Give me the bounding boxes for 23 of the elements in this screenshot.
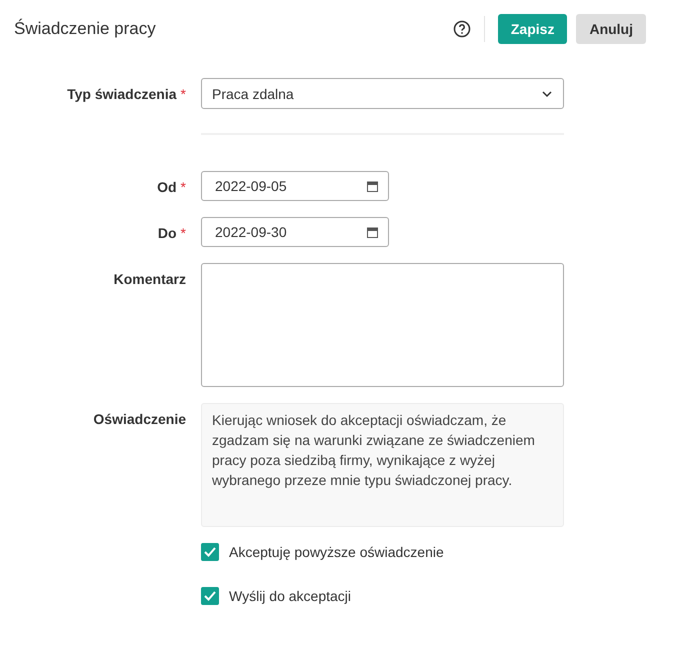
- chevron-down-icon: [541, 90, 553, 98]
- field-label: Oświadczenie: [93, 411, 186, 427]
- field-label: Do: [158, 225, 177, 241]
- calendar-icon: [367, 180, 378, 192]
- calendar-icon: [367, 226, 378, 238]
- checkbox-label: Wyślij do akceptacji: [229, 588, 352, 604]
- date-field[interactable]: 2022-09-05: [201, 171, 389, 201]
- type-select[interactable]: Praca zdalna: [201, 78, 564, 109]
- comment-field[interactable]: [201, 263, 564, 387]
- required-mark: *: [180, 225, 186, 241]
- field-label: Typ świadczenia: [67, 86, 177, 102]
- field-label: Od: [157, 179, 177, 195]
- page-title: Świadczenie pracy: [14, 19, 156, 39]
- required-mark: *: [180, 179, 186, 195]
- help-icon[interactable]: [452, 20, 471, 38]
- field-label: Komentarz: [114, 271, 186, 287]
- date-field[interactable]: 2022-09-30: [201, 217, 389, 247]
- checkbox[interactable]: [201, 587, 219, 605]
- checkbox[interactable]: [201, 543, 219, 561]
- checkbox-label: Akceptuję powyższe oświadczenie: [229, 544, 444, 560]
- cancel-button[interactable]: Anuluj: [576, 14, 646, 44]
- required-mark: *: [180, 86, 186, 102]
- statement-text: Kierując wniosek do akceptacji oświadczam, że zgadzam się na warunki związane ze świadczeniem pracy poza siedzibą firmy, wynikające z wyżej wybranego przeze mnie typu świadczonej pracy.: [201, 403, 564, 527]
